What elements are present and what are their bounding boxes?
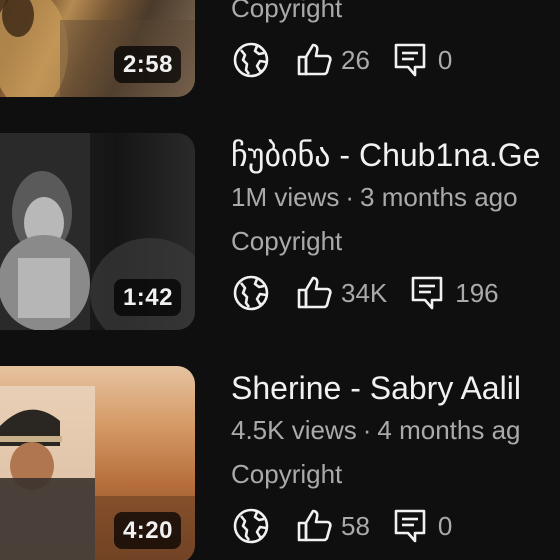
meta-separator: · xyxy=(362,415,372,445)
comment-icon[interactable] xyxy=(390,506,430,546)
comment-count: 0 xyxy=(437,511,453,541)
comment-icon[interactable] xyxy=(407,273,447,313)
like-count: 58 xyxy=(341,511,370,541)
video-actions: 34K 196 xyxy=(231,273,499,313)
video-title[interactable]: ჩუბინა - Chub1na.Ge xyxy=(231,135,540,175)
video-actions: 26 0 xyxy=(231,40,452,80)
video-duration: 1:42 xyxy=(113,279,181,316)
like-count: 34K xyxy=(341,278,388,308)
video-details: Sherine - Sabry Aalil 4.5K views · 4 month… xyxy=(231,366,560,560)
video-meta: 4.5K views · 4 months ag xyxy=(231,414,521,446)
video-thumbnail[interactable]: 4:20 xyxy=(0,366,195,560)
video-actions: 58 0 xyxy=(231,506,452,546)
like-count: 26 xyxy=(341,45,370,75)
video-license: Copyright xyxy=(231,226,343,256)
video-thumbnail[interactable]: 1:42 xyxy=(0,133,195,330)
video-duration: 4:20 xyxy=(113,512,181,549)
video-details: ჩუბინა - Chub1na.Ge 1M views · 3 months ag… xyxy=(231,133,560,333)
comment-icon[interactable] xyxy=(390,40,430,80)
view-count: 4.5K views xyxy=(231,415,357,445)
video-meta: 1M views · 3 months ago xyxy=(231,181,518,213)
video-license: Copyright xyxy=(231,459,343,489)
thumbs-up-icon[interactable] xyxy=(295,40,335,80)
comment-count: 196 xyxy=(455,278,499,308)
globe-icon xyxy=(231,506,271,546)
video-license: Copyright xyxy=(231,0,343,23)
globe-icon xyxy=(231,273,271,313)
thumbs-up-icon[interactable] xyxy=(295,506,335,546)
upload-age: 4 months ag xyxy=(377,415,521,445)
upload-age: 3 months ago xyxy=(360,182,518,212)
meta-separator: · xyxy=(345,182,355,212)
view-count: 1M views xyxy=(231,182,340,212)
globe-icon xyxy=(231,40,271,80)
video-duration: 2:58 xyxy=(113,46,181,83)
video-thumbnail[interactable]: 2:58 xyxy=(0,0,195,97)
video-details: Copyright 26 0 xyxy=(231,0,560,100)
video-list: 2:58 Copyright 26 0 1:42 ჩუბინა - Chub1n… xyxy=(0,0,560,560)
video-item[interactable]: 1:42 ჩუბინა - Chub1na.Ge 1M views · 3 mont… xyxy=(0,133,560,333)
video-item[interactable]: 2:58 Copyright 26 0 xyxy=(0,0,560,100)
thumbs-up-icon[interactable] xyxy=(295,273,335,313)
video-item[interactable]: 4:20 Sherine - Sabry Aalil 4.5K views · 4 … xyxy=(0,366,560,560)
video-title[interactable]: Sherine - Sabry Aalil xyxy=(231,368,521,408)
comment-count: 0 xyxy=(437,45,453,75)
